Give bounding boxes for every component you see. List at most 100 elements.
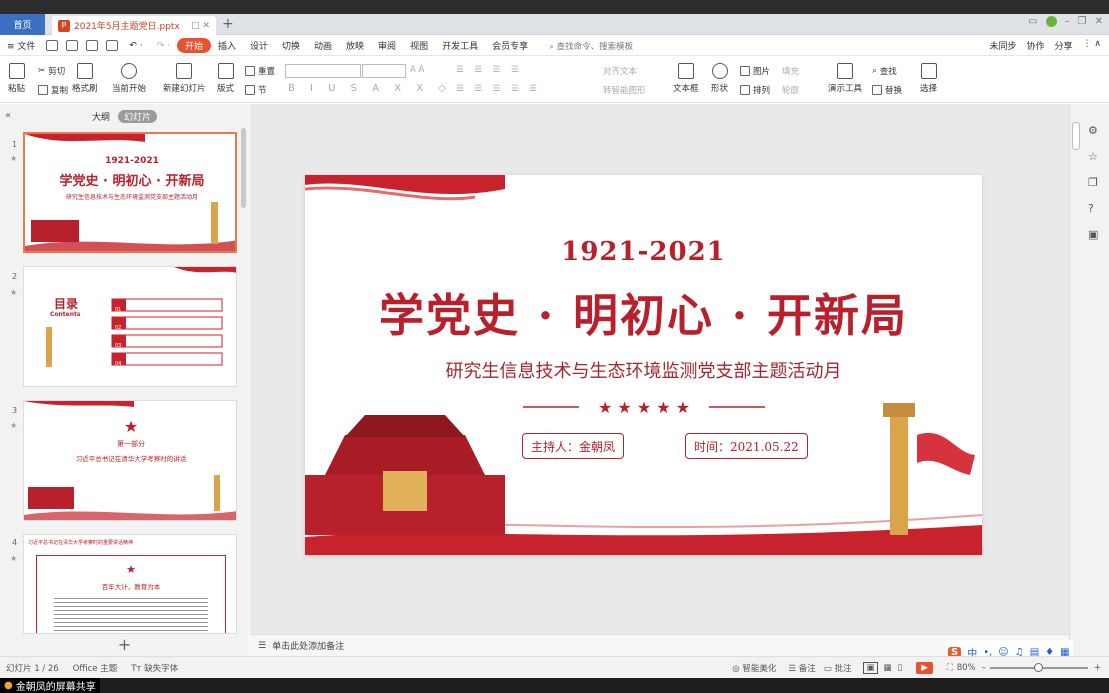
thumb-toc-en: Contents — [50, 311, 81, 318]
copy-button[interactable]: 复制 — [38, 84, 68, 96]
slide-scrollbar[interactable] — [1072, 122, 1080, 150]
slide-thumbnail-4[interactable]: 习近平总书记在清华大学考察时的重要讲话精神 ★ 百年大计，教育为本 — [23, 534, 237, 634]
reading-view-icon[interactable]: ▯ — [898, 663, 903, 673]
section-button[interactable]: 节 — [245, 84, 267, 96]
select-button[interactable]: 选择 — [920, 63, 937, 94]
slide-thumbnail-2[interactable]: 目录 Contents 01 02 03 04 — [23, 266, 237, 387]
current-slide[interactable]: 1921-2021 学党史 · 明初心 · 开新局 研究生信息技术与生态环境监测… — [305, 175, 982, 555]
replace-button[interactable]: 替换 — [872, 84, 902, 96]
beautify-button[interactable]: ◎ 智能美化 — [732, 662, 776, 674]
smartart-button[interactable]: 转智能图形 — [603, 84, 646, 96]
align-text-button[interactable]: 对齐文本 — [603, 65, 637, 77]
format-painter-button[interactable]: 格式刷 — [72, 63, 98, 94]
sorter-view-icon[interactable]: ▦ — [884, 663, 892, 673]
font-style-buttons[interactable]: B I U S A X X ◇ — [288, 83, 452, 94]
tab-home[interactable]: 首页 — [0, 14, 45, 35]
minimize-icon[interactable]: – — [1065, 16, 1070, 27]
help-icon[interactable]: ? — [1088, 202, 1098, 215]
shape-button[interactable]: 形状 — [711, 63, 728, 94]
new-tab-button[interactable]: + — [222, 16, 234, 32]
undo-icon[interactable]: ↶ · — [122, 41, 149, 51]
beautify-label: 智能美化 — [742, 663, 777, 674]
cut-button[interactable]: ✂ 剪切 — [38, 65, 65, 77]
arrange-button[interactable]: 排列 — [740, 84, 770, 96]
zoom-slider[interactable] — [989, 662, 1088, 672]
tab-document[interactable]: P 2021年5月主题党日.pptx □ ✕ — [52, 16, 216, 35]
comments-toggle[interactable]: ▭ 批注 — [824, 662, 852, 674]
share-button[interactable]: 分享 — [1055, 39, 1073, 52]
print-icon[interactable] — [86, 40, 99, 51]
copy-panel-icon[interactable]: ❐ — [1088, 176, 1098, 189]
screen-share-label: ● 金朝凤的屏幕共享 — [0, 678, 100, 693]
font-name-select[interactable] — [285, 64, 361, 78]
notes-toggle-label: 备注 — [798, 663, 816, 674]
avatar[interactable] — [1045, 16, 1057, 27]
align-buttons[interactable]: ☰ ☰ ☰ ☰ ☰ — [456, 84, 541, 94]
fill-button[interactable]: 填充 — [782, 65, 799, 77]
reset-label: 重置 — [258, 67, 276, 77]
play-slideshow-button[interactable]: ▶ — [916, 661, 933, 674]
paste-button[interactable]: 粘贴 — [8, 63, 25, 94]
textbox-button[interactable]: 文本框 — [673, 63, 699, 94]
thumb-body-text — [54, 595, 208, 631]
menu-member[interactable]: 会员专享 — [485, 39, 535, 52]
menu-transition[interactable]: 切换 — [275, 39, 307, 52]
pin-icon[interactable]: ☆ — [1088, 150, 1098, 163]
thumb-star-icon: ★ — [10, 554, 18, 563]
slide-title: 学党史 · 明初心 · 开新局 — [379, 289, 908, 342]
fit-icon[interactable]: ⛶ — [947, 663, 953, 673]
normal-view-icon[interactable]: ▣ — [863, 661, 878, 674]
menu-developer[interactable]: 开发工具 — [435, 39, 485, 52]
select-icon — [920, 63, 937, 79]
menu-slideshow[interactable]: 放映 — [339, 39, 371, 52]
menu-review[interactable]: 审阅 — [371, 39, 403, 52]
screen-share-text: 金朝凤的屏幕共享 — [15, 682, 96, 693]
find-button[interactable]: ⌕ 查找 — [872, 65, 897, 77]
close-tab-icon[interactable]: □ ✕ — [191, 21, 210, 31]
present-tools-button[interactable]: 演示工具 — [828, 63, 862, 94]
preview-icon[interactable] — [106, 40, 119, 51]
settings-icon[interactable]: ⚙ — [1088, 124, 1098, 137]
add-slide-button[interactable]: + — [0, 634, 249, 656]
zoom-out-icon[interactable]: – — [982, 663, 986, 673]
command-search[interactable]: ⌕ 查找命令、搜索模板 — [549, 40, 633, 52]
from-current-button[interactable]: 当前开始 — [112, 63, 146, 94]
tab-outline[interactable]: 大纲 — [92, 110, 110, 123]
missing-font-label: 缺失字体 — [144, 663, 179, 674]
outline-button[interactable]: 轮廓 — [782, 84, 799, 96]
reset-button[interactable]: 重置 — [245, 65, 275, 77]
more-icon[interactable]: ⋮ ∧ — [1083, 39, 1101, 52]
sync-button[interactable]: 未同步 — [990, 39, 1017, 52]
new-slide-icon — [176, 63, 193, 79]
new-slide-button[interactable]: 新建幻灯片 — [163, 63, 206, 94]
restore-icon[interactable]: ❐ — [1078, 16, 1087, 27]
thumbnail-scrollbar[interactable] — [241, 128, 246, 208]
missing-font-button[interactable]: Tт 缺失字体 — [131, 662, 178, 674]
layout-button[interactable]: 版式 — [217, 63, 234, 94]
redo-icon[interactable]: ↷ · — [150, 41, 177, 51]
list-buttons[interactable]: ☰ ☰ ☰ ☰ — [456, 65, 523, 75]
zoom-slider-handle[interactable] — [1033, 662, 1043, 672]
menu-insert[interactable]: 插入 — [211, 39, 243, 52]
export-icon[interactable] — [66, 40, 79, 51]
menu-view[interactable]: 视图 — [403, 39, 435, 52]
font-grow-icon[interactable]: A A — [410, 65, 424, 75]
file-menu[interactable]: ≡ 文件 — [0, 39, 42, 52]
menu-design[interactable]: 设计 — [243, 39, 275, 52]
zoom-in-icon[interactable]: + — [1094, 663, 1101, 673]
tab-slides[interactable]: 幻灯片 — [118, 110, 158, 123]
font-size-select[interactable] — [362, 64, 406, 78]
backup-icon[interactable]: ▣ — [1088, 228, 1098, 241]
slide-thumbnail-1[interactable]: 1921-2021 学党史 · 明初心 · 开新局 研究生信息技术与生态环境监测… — [23, 132, 237, 253]
slide-thumbnail-3[interactable]: ★ 第一部分 习近平总书记在清华大学考察时的讲话 — [23, 400, 237, 521]
star-icon: ★ — [123, 417, 139, 436]
collab-button[interactable]: 协作 — [1027, 39, 1045, 52]
zoom-level[interactable]: 80% — [957, 663, 976, 673]
notes-toggle[interactable]: ☰ 备注 — [788, 662, 815, 674]
close-window-icon[interactable]: ✕ — [1095, 16, 1103, 27]
menu-start[interactable]: 开始 — [176, 38, 211, 53]
save-icon[interactable] — [46, 40, 59, 51]
layout-icon[interactable]: ▭ — [1028, 16, 1037, 27]
picture-button[interactable]: 图片 — [740, 65, 770, 77]
menu-animation[interactable]: 动画 — [307, 39, 339, 52]
